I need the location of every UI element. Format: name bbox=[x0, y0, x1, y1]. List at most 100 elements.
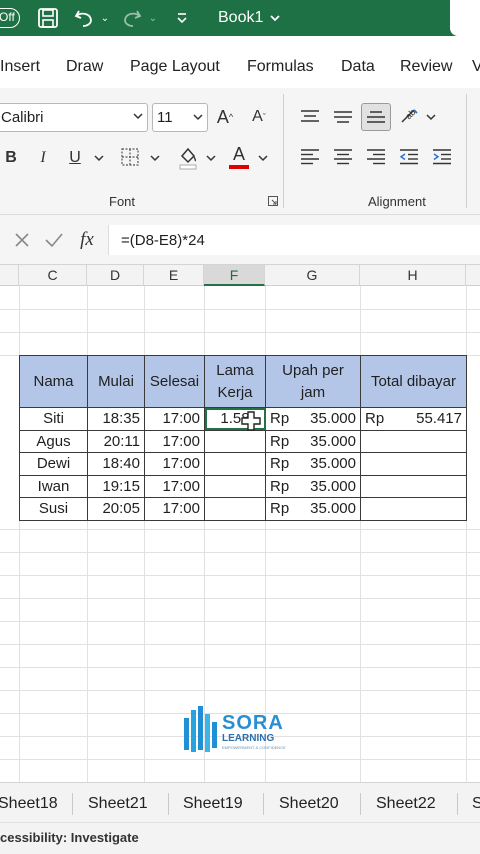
tab-review[interactable]: Review bbox=[400, 58, 452, 76]
align-middle-icon[interactable] bbox=[331, 105, 355, 129]
sheet-tab-sheet21[interactable]: Sheet21 bbox=[88, 795, 148, 813]
tab-page-layout[interactable]: Page Layout bbox=[130, 58, 220, 76]
chevron-down-icon[interactable] bbox=[256, 146, 270, 170]
cancel-formula-icon[interactable] bbox=[10, 228, 34, 252]
book-title[interactable]: Book1 bbox=[218, 4, 266, 32]
formula-input[interactable]: =(D8-E8)*24 bbox=[108, 225, 480, 255]
underline-button[interactable]: U bbox=[66, 146, 84, 170]
column-header-e[interactable]: E bbox=[144, 265, 204, 286]
header-lama-kerja[interactable]: Lama Kerja bbox=[204, 355, 266, 408]
undo-icon[interactable] bbox=[70, 4, 98, 32]
align-left-icon[interactable] bbox=[298, 145, 322, 169]
tab-formulas[interactable]: Formulas bbox=[247, 58, 314, 76]
enter-formula-icon[interactable] bbox=[42, 228, 66, 252]
cell-total[interactable] bbox=[360, 497, 467, 521]
decrease-indent-icon[interactable] bbox=[397, 145, 421, 169]
title-bar: Off ⌄ ⌄ Book1 bbox=[0, 0, 480, 36]
column-header-g[interactable]: G bbox=[265, 265, 360, 286]
cell-selesai[interactable]: 17:00 bbox=[144, 429, 205, 453]
cell-selesai[interactable]: 17:00 bbox=[144, 452, 205, 476]
font-color-button[interactable]: A bbox=[228, 143, 250, 171]
bold-button[interactable]: B bbox=[2, 146, 20, 170]
chevron-down-icon[interactable] bbox=[266, 4, 284, 32]
italic-button[interactable]: I bbox=[34, 146, 52, 170]
redo-dropdown-icon[interactable]: ⌄ bbox=[146, 4, 160, 32]
header-nama[interactable]: Nama bbox=[19, 355, 88, 408]
sheet-tab-sheet18[interactable]: Sheet18 bbox=[0, 795, 58, 813]
cell-total[interactable]: Rp 55.417 bbox=[360, 407, 467, 431]
redo-icon[interactable] bbox=[118, 4, 146, 32]
column-header-d[interactable]: D bbox=[87, 265, 144, 286]
accessibility-status[interactable]: cessibility: Investigate bbox=[0, 830, 139, 845]
sheet-tab-sheet22[interactable]: Sheet22 bbox=[376, 795, 436, 813]
undo-dropdown-icon[interactable]: ⌄ bbox=[98, 4, 112, 32]
group-divider bbox=[466, 94, 467, 208]
cell-selesai[interactable]: 17:00 bbox=[144, 474, 205, 498]
align-center-icon[interactable] bbox=[331, 145, 355, 169]
chevron-down-icon[interactable] bbox=[204, 146, 218, 170]
cell-total[interactable] bbox=[360, 429, 467, 453]
cell-nama[interactable]: Iwan bbox=[19, 474, 88, 498]
alignment-group-label: Alignment bbox=[368, 194, 426, 209]
align-right-icon[interactable] bbox=[364, 145, 388, 169]
cell-total[interactable] bbox=[360, 474, 467, 498]
sheet-tab-sheet20[interactable]: Sheet20 bbox=[279, 795, 339, 813]
cell-upah[interactable]: Rp 35.000 bbox=[265, 474, 361, 498]
cell-mulai[interactable]: 20:05 bbox=[87, 497, 145, 521]
chevron-down-icon[interactable] bbox=[424, 105, 438, 129]
dialog-launcher-icon[interactable] bbox=[266, 194, 280, 208]
fill-color-icon[interactable] bbox=[176, 143, 200, 171]
cell-selesai[interactable]: 17:00 bbox=[144, 497, 205, 521]
sheet-divider bbox=[263, 793, 264, 815]
cell-selesai[interactable]: 17:00 bbox=[144, 407, 205, 431]
cell-upah[interactable]: Rp 35.000 bbox=[265, 407, 361, 431]
shrink-font-icon[interactable]: Aˇ bbox=[247, 105, 271, 129]
cell-total[interactable] bbox=[360, 452, 467, 476]
cell-upah[interactable]: Rp 35.000 bbox=[265, 452, 361, 476]
tab-insert[interactable]: Insert bbox=[0, 58, 40, 76]
header-upah-per-jam[interactable]: Upah per jam bbox=[265, 355, 361, 408]
cell-lama-kerja[interactable] bbox=[204, 452, 266, 476]
cell-mulai[interactable]: 18:40 bbox=[87, 452, 145, 476]
orientation-icon[interactable]: ab bbox=[397, 103, 423, 129]
window-control-area[interactable] bbox=[450, 0, 480, 36]
align-bottom-icon[interactable] bbox=[361, 103, 391, 131]
cell-nama[interactable]: Dewi bbox=[19, 452, 88, 476]
cell-mulai[interactable]: 20:11 bbox=[87, 429, 145, 453]
column-header-h[interactable]: H bbox=[360, 265, 466, 286]
header-mulai[interactable]: Mulai bbox=[87, 355, 145, 408]
column-header-c[interactable]: C bbox=[19, 265, 87, 286]
chevron-down-icon[interactable] bbox=[148, 146, 162, 170]
cell-mulai[interactable]: 18:35 bbox=[87, 407, 145, 431]
font-size-select[interactable]: 11 bbox=[152, 103, 208, 132]
tab-view[interactable]: V bbox=[472, 58, 480, 76]
cell-nama[interactable]: Susi bbox=[19, 497, 88, 521]
tab-data[interactable]: Data bbox=[341, 58, 375, 76]
autosave-toggle[interactable]: Off bbox=[0, 8, 20, 28]
chevron-down-icon[interactable] bbox=[92, 146, 106, 170]
logo-tagline: EMPOWERMENT & CONFIDENCE bbox=[222, 745, 286, 750]
cell-lama-kerja[interactable] bbox=[204, 429, 266, 453]
sheet-tab-more[interactable]: S bbox=[472, 795, 480, 813]
currency-label: Rp bbox=[270, 410, 290, 428]
cell-upah[interactable]: Rp 35.000 bbox=[265, 429, 361, 453]
header-selesai[interactable]: Selesai bbox=[144, 355, 205, 408]
header-total-dibayar[interactable]: Total dibayar bbox=[360, 355, 467, 408]
cell-lama-kerja[interactable] bbox=[204, 497, 266, 521]
customize-qat-icon[interactable] bbox=[172, 4, 192, 32]
cell-upah[interactable]: Rp 35.000 bbox=[265, 497, 361, 521]
tab-draw[interactable]: Draw bbox=[66, 58, 103, 76]
column-header-f[interactable]: F bbox=[204, 265, 265, 286]
grow-font-icon[interactable]: A ^ bbox=[213, 105, 237, 129]
font-name-select[interactable]: Calibri bbox=[0, 103, 148, 132]
cell-nama[interactable]: Agus bbox=[19, 429, 88, 453]
borders-icon[interactable] bbox=[118, 145, 142, 169]
align-top-icon[interactable] bbox=[298, 105, 322, 129]
sheet-tab-sheet19[interactable]: Sheet19 bbox=[183, 795, 243, 813]
insert-function-icon[interactable]: fx bbox=[74, 227, 100, 253]
cell-lama-kerja[interactable] bbox=[204, 474, 266, 498]
save-icon[interactable] bbox=[34, 4, 62, 32]
cell-mulai[interactable]: 19:15 bbox=[87, 474, 145, 498]
cell-nama[interactable]: Siti bbox=[19, 407, 88, 431]
increase-indent-icon[interactable] bbox=[430, 145, 454, 169]
